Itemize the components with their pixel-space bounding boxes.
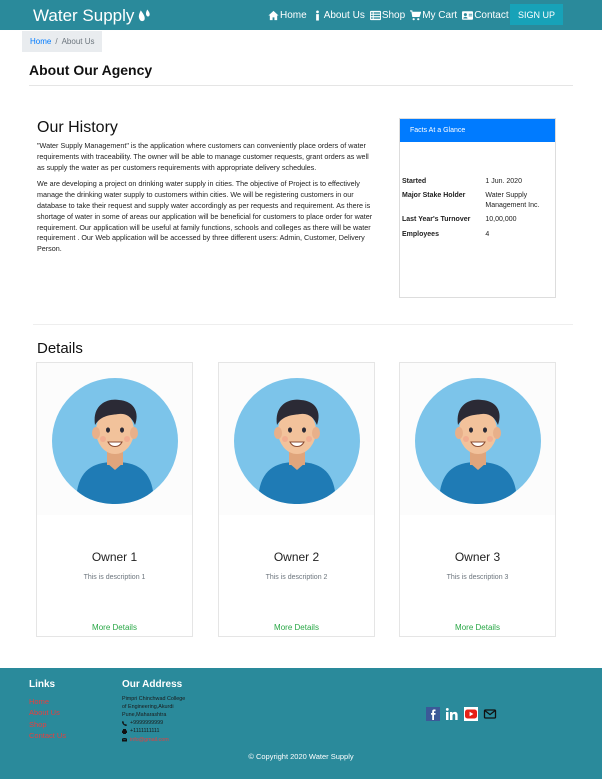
facebook-icon	[426, 706, 440, 721]
owner-name: Owner 2	[273, 550, 320, 564]
footer-link-about[interactable]: About Us	[29, 707, 66, 718]
facts-header: Facts At a Glance	[400, 119, 555, 142]
list-icon	[369, 10, 381, 20]
breadcrumb-home[interactable]: Home	[30, 37, 51, 46]
owner-card-1: Owner 1 This is description 1 More Detai…	[36, 362, 193, 637]
owner-card-3: Owner 3 This is description 3 More Detai…	[399, 362, 556, 637]
history-paragraph: We are developing a project on drinking …	[37, 179, 373, 254]
fax-number: +1111111111	[130, 728, 160, 735]
phone-icon	[122, 720, 127, 726]
owner-description: This is description 2	[265, 574, 328, 581]
youtube-icon	[464, 706, 478, 721]
more-details-link[interactable]: More Details	[219, 623, 374, 632]
social-links	[424, 705, 499, 722]
facts-row: Last Year's Turnover 10,00,000	[402, 215, 555, 229]
facts-key: Major Stake Holder	[402, 192, 466, 200]
mail-button[interactable]	[481, 705, 499, 722]
footer-link-shop[interactable]: Shop	[29, 719, 66, 730]
footer-address: Pimpri Chinchwad College of Engineering,…	[122, 695, 207, 744]
brand-name[interactable]: Water Supply	[33, 6, 134, 26]
address-line: Pimpri Chinchwad College	[122, 696, 186, 702]
avatar-illustration	[400, 363, 555, 515]
divider	[33, 324, 573, 325]
breadcrumb-current: About Us	[61, 37, 95, 46]
breadcrumb-separator: /	[55, 37, 58, 46]
nav-home-label[interactable]: Home	[280, 10, 307, 21]
water-drop-icon	[139, 9, 151, 22]
home-icon	[268, 10, 279, 20]
phone-row: +9999999999	[122, 719, 207, 727]
footer-links-title: Links	[29, 679, 56, 690]
facts-value: 4	[485, 230, 490, 238]
facts-value: Water Supply Management Inc.	[485, 192, 540, 210]
brand[interactable]: Water Supply	[33, 6, 151, 26]
footer: Links Home About Us Shop Contact Us Our …	[0, 668, 602, 779]
nav-shop-label[interactable]: Shop	[382, 10, 405, 21]
nav-about[interactable]: About Us	[312, 10, 365, 21]
facts-key: Last Year's Turnover	[402, 216, 471, 224]
contact-card-icon	[462, 10, 474, 20]
email-link[interactable]: info@gmail.com	[130, 736, 169, 744]
copyright: © Copyright 2020 Water Supply	[248, 752, 354, 761]
nav-cart-label[interactable]: My Cart	[422, 10, 457, 21]
owner-name: Owner 3	[454, 550, 501, 564]
signup-button[interactable]: SIGN UP	[510, 4, 563, 25]
phone-number: +9999999999	[130, 720, 164, 727]
nav-links: Home About Us Shop My Cart Contact Us	[268, 0, 529, 30]
fax-row: +1111111111	[122, 727, 207, 735]
facts-row: Employees 4	[402, 230, 555, 244]
address-line: of Engineering,Akurdi	[122, 704, 174, 711]
nav-about-label[interactable]: About Us	[324, 10, 365, 21]
facts-card: Facts At a Glance Started 1 Jun. 2020 Ma…	[399, 118, 556, 298]
nav-home[interactable]: Home	[268, 10, 307, 21]
facebook-button[interactable]	[424, 705, 442, 722]
footer-link-home[interactable]: Home	[29, 696, 66, 707]
linkedin-icon	[445, 706, 459, 721]
linkedin-button[interactable]	[443, 705, 461, 722]
mail-icon	[483, 708, 497, 719]
owner-card-2: Owner 2 This is description 2 More Detai…	[218, 362, 375, 637]
facts-value: 1 Jun. 2020	[485, 178, 522, 185]
footer-address-title: Our Address	[122, 679, 183, 690]
divider	[29, 85, 573, 86]
nav-shop[interactable]: Shop	[369, 10, 405, 21]
owner-name: Owner 1	[91, 550, 138, 564]
more-details-link[interactable]: More Details	[37, 623, 192, 632]
email-row: info@gmail.com	[122, 736, 207, 744]
breadcrumb: Home / About Us	[22, 31, 102, 52]
navbar: Water Supply Home About Us Shop My Cart …	[0, 0, 602, 30]
avatar	[219, 363, 374, 515]
nav-cart[interactable]: My Cart	[410, 10, 457, 21]
facts-row: Major Stake Holder Water Supply Manageme…	[402, 191, 555, 215]
youtube-button[interactable]	[462, 705, 480, 722]
history-paragraph: "Water Supply Management" is the applica…	[37, 141, 369, 172]
owner-description: This is description 1	[83, 574, 146, 581]
avatar-illustration	[37, 363, 192, 515]
avatar	[400, 363, 555, 515]
fax-icon	[122, 728, 127, 734]
facts-value: 10,00,000	[485, 216, 517, 224]
history-text: "Water Supply Management" is the applica…	[37, 141, 377, 261]
history-title: Our History	[37, 119, 118, 136]
avatar	[37, 363, 192, 515]
address-line: Pune,Maharashtra	[122, 712, 167, 719]
facts-key: Employees	[402, 230, 439, 238]
info-icon	[315, 9, 319, 21]
facts-row: Started 1 Jun. 2020	[402, 177, 555, 191]
envelope-icon	[122, 737, 127, 742]
owner-description: This is description 3	[446, 574, 509, 581]
more-details-link[interactable]: More Details	[400, 623, 555, 632]
footer-links: Home About Us Shop Contact Us	[29, 696, 66, 741]
details-title: Details	[37, 340, 83, 357]
facts-table: Started 1 Jun. 2020 Major Stake Holder W…	[402, 177, 555, 244]
page-title: About Our Agency	[29, 62, 153, 78]
footer-link-contact[interactable]: Contact Us	[29, 730, 66, 741]
avatar-illustration	[219, 363, 374, 515]
facts-key: Started	[402, 178, 427, 185]
cart-icon	[410, 9, 422, 20]
